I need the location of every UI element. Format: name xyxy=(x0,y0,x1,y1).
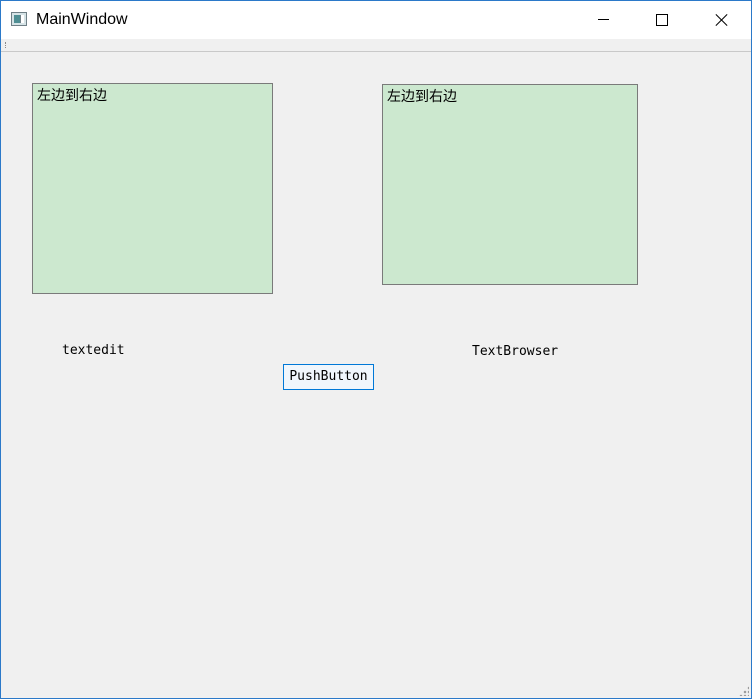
maximize-button[interactable] xyxy=(639,1,685,39)
toolbar-handle-icon[interactable] xyxy=(5,42,8,48)
main-window: MainWindow 左边到右边 左边到右边 textedit TextBrow… xyxy=(0,0,752,699)
size-grip-icon[interactable] xyxy=(739,686,749,696)
text-edit-content: 左边到右边 xyxy=(37,88,107,104)
text-browser-content: 左边到右边 xyxy=(387,89,457,105)
text-browser[interactable]: 左边到右边 xyxy=(382,84,638,285)
close-button[interactable] xyxy=(697,1,743,39)
text-edit[interactable]: 左边到右边 xyxy=(32,83,273,294)
minimize-button[interactable] xyxy=(581,1,627,39)
textedit-label: textedit xyxy=(62,343,125,358)
window-title: MainWindow xyxy=(36,11,128,28)
title-bar[interactable]: MainWindow xyxy=(1,1,751,39)
push-button[interactable]: PushButton xyxy=(283,364,374,390)
window-app-icon xyxy=(11,12,27,26)
toolbar-area xyxy=(1,39,751,52)
textbrowser-label: TextBrowser xyxy=(472,344,559,359)
